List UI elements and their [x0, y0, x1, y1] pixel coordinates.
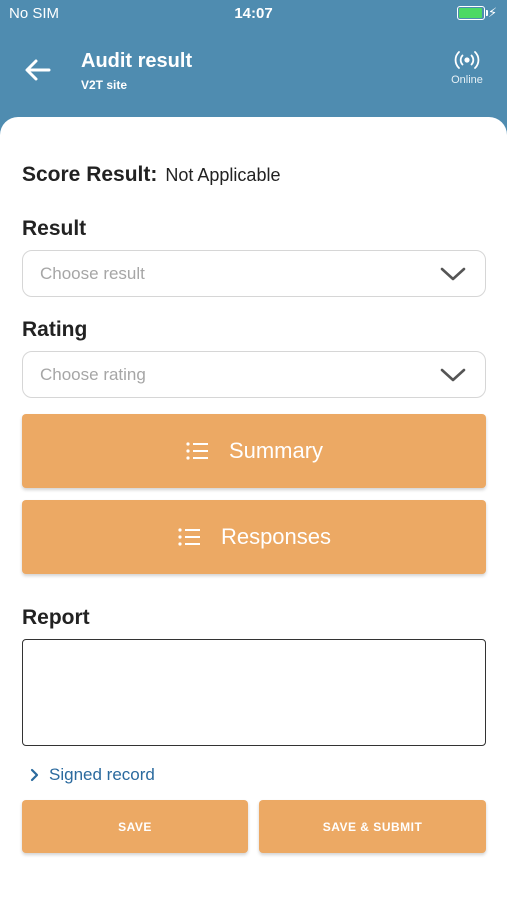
result-select[interactable]: Choose result [22, 250, 486, 297]
report-label: Report [22, 606, 90, 629]
chevron-down-icon [440, 368, 466, 382]
broadcast-icon [454, 51, 480, 69]
summary-button-label: Summary [228, 438, 324, 463]
score-result: Score Result: Not Applicable [22, 163, 280, 187]
save-button[interactable]: SAVE [22, 800, 248, 853]
rating-placeholder: Choose rating [40, 365, 146, 384]
page-title: Audit result [81, 50, 193, 72]
chevron-right-icon [30, 768, 39, 782]
responses-button-label: Responses [220, 524, 332, 549]
rating-select[interactable]: Choose rating [22, 351, 486, 398]
list-icon [178, 528, 200, 546]
signed-record-link[interactable]: Signed record [30, 765, 155, 785]
connection-status-label: Online [451, 74, 483, 86]
result-label: Result [22, 217, 87, 240]
connection-status: Online [447, 50, 487, 86]
page-subtitle: V2T site [81, 78, 128, 92]
save-submit-button[interactable]: SAVE & SUBMIT [259, 800, 486, 853]
clock: 14:07 [234, 5, 273, 22]
summary-button[interactable]: Summary [22, 414, 486, 488]
score-result-label: Score Result: [22, 163, 158, 186]
responses-button[interactable]: Responses [22, 500, 486, 574]
audit-result-card: Score Result: Not Applicable Result Choo… [0, 117, 507, 900]
report-textarea[interactable] [22, 639, 486, 746]
arrow-left-icon [25, 59, 51, 81]
score-result-value: Not Applicable [165, 165, 281, 185]
status-bar: No SIM 14:07 ⚡ [0, 0, 507, 28]
rating-label: Rating [22, 318, 88, 341]
result-placeholder: Choose result [40, 264, 145, 283]
signed-record-label: Signed record [49, 765, 155, 784]
back-button[interactable] [22, 54, 54, 86]
battery-icon: ⚡ [457, 5, 497, 22]
chevron-down-icon [440, 267, 466, 281]
app-header: Audit result V2T site Online [0, 28, 507, 118]
list-icon [186, 442, 208, 460]
